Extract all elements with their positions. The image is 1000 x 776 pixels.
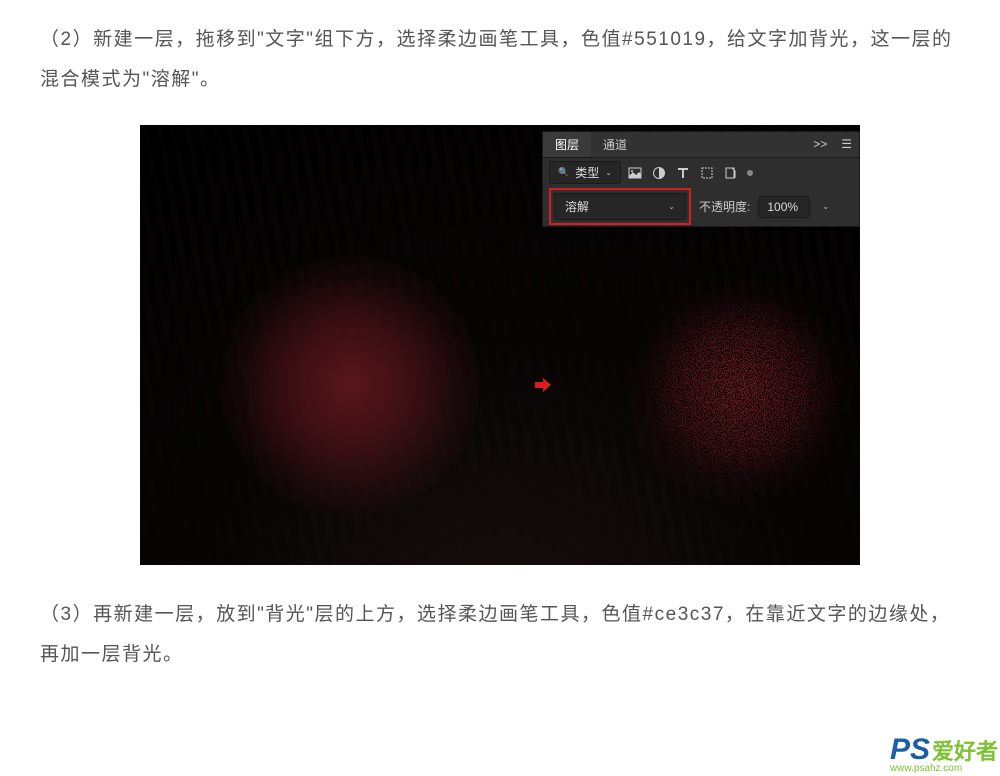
watermark-cn: 爱好者	[932, 734, 998, 766]
layers-panel: 图层 通道 >> ☰ 类型 ⌄ 溶解 ⌄ 不透	[542, 131, 860, 227]
step-3-text: （3）再新建一层，放到"背光"层的上方，选择柔边画笔工具，色值#ce3c37，在…	[0, 595, 1000, 675]
blend-mode-select[interactable]: 溶解 ⌄	[554, 193, 686, 220]
photoshop-screenshot: 图层 通道 >> ☰ 类型 ⌄ 溶解 ⌄ 不透	[140, 125, 860, 565]
filter-text-icon[interactable]	[673, 163, 693, 183]
tab-layers[interactable]: 图层	[543, 132, 591, 157]
chevron-down-icon[interactable]: ⌄	[822, 202, 829, 211]
dissolve-red-glow	[610, 275, 860, 505]
type-filter-label: 类型	[575, 164, 599, 181]
step-2-text: （2）新建一层，拖移到"文字"组下方，选择柔边画笔工具，色值#551019，给文…	[0, 20, 1000, 100]
layer-type-filter[interactable]: 类型 ⌄	[549, 161, 621, 184]
filter-image-icon[interactable]	[625, 163, 645, 183]
opacity-input[interactable]: 100%	[758, 196, 810, 218]
opacity-value-text: 100%	[767, 200, 798, 214]
panel-collapse-icon[interactable]: >>	[806, 137, 834, 151]
filter-shape-icon[interactable]	[697, 163, 717, 183]
watermark-ps: PS	[890, 733, 930, 767]
filter-row: 类型 ⌄	[543, 158, 859, 188]
chevron-down-icon: ⌄	[668, 202, 675, 211]
highlight-box: 溶解 ⌄	[549, 188, 691, 225]
watermark: PS 爱好者 www.psahz.com	[890, 733, 998, 774]
filter-adjustment-icon[interactable]	[649, 163, 669, 183]
panel-menu-icon[interactable]: ☰	[834, 137, 859, 151]
filter-toggle-icon[interactable]	[747, 170, 753, 176]
arrow-right-icon	[533, 375, 553, 400]
smooth-red-glow	[220, 255, 480, 515]
chevron-down-icon: ⌄	[605, 168, 612, 177]
panel-tab-bar: 图层 通道 >> ☰	[543, 132, 859, 158]
filter-smartobject-icon[interactable]	[721, 163, 741, 183]
tab-channels[interactable]: 通道	[591, 132, 639, 157]
blend-mode-row: 溶解 ⌄ 不透明度: 100% ⌄	[543, 188, 859, 226]
opacity-label: 不透明度:	[699, 198, 750, 215]
blend-mode-value: 溶解	[565, 198, 589, 215]
